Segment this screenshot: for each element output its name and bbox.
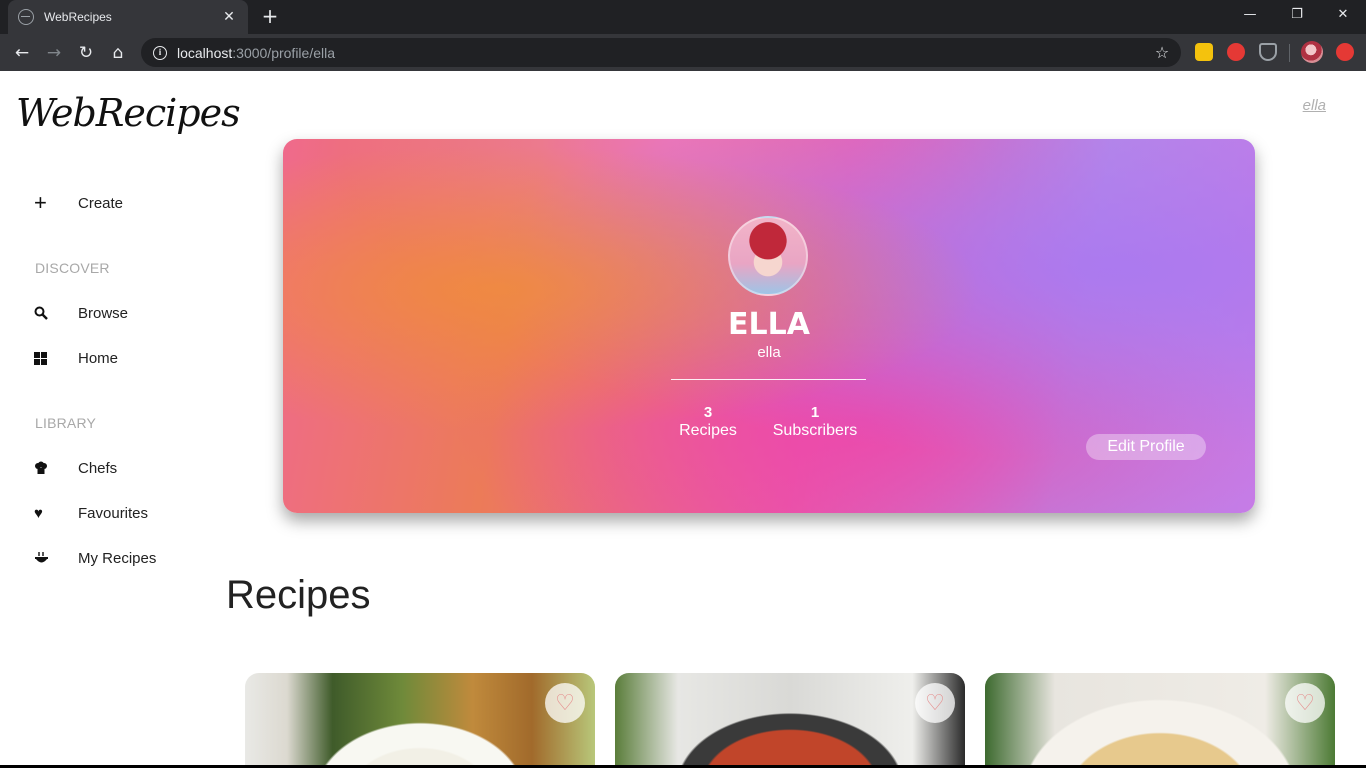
extension-notes-icon[interactable] <box>1195 43 1213 61</box>
toolbar-separator <box>1289 44 1290 62</box>
sidebar-heading-library: LIBRARY <box>35 415 97 431</box>
heart-icon: ♥ <box>34 504 43 522</box>
browser-profile-avatar[interactable] <box>1301 41 1323 63</box>
app-logo[interactable]: WebRecipes <box>16 91 241 135</box>
hummus-photo <box>985 673 1335 768</box>
shakshuka-photo <box>615 673 965 768</box>
extension-hand-icon[interactable] <box>1227 43 1245 61</box>
bowl-icon <box>34 548 58 568</box>
profile-card: ELLA ella 3 Recipes 1 Subscribers Edit P… <box>283 139 1255 513</box>
sidebar-item-favourites[interactable]: ♥ Favourites <box>34 503 148 523</box>
sidebar-item-my-recipes[interactable]: My Recipes <box>34 548 156 568</box>
sidebar-item-label: My Recipes <box>78 549 157 567</box>
profile-divider <box>671 379 866 380</box>
favourite-heart-icon[interactable]: ♡ <box>1285 683 1325 723</box>
edit-profile-button[interactable]: Edit Profile <box>1086 434 1206 460</box>
stat-value: 3 <box>703 404 713 421</box>
recipe-card[interactable]: ♡ <box>985 673 1335 768</box>
sidebar-item-label: Chefs <box>78 459 118 477</box>
sidebar-item-create[interactable]: + Create <box>34 190 124 215</box>
page: WebRecipes ella + Create DISCOVER Browse… <box>0 71 1366 768</box>
current-user-link[interactable]: ella <box>1303 97 1326 114</box>
url-host: localhost <box>177 44 233 61</box>
browser-tab[interactable]: WebRecipes ✕ <box>8 0 248 34</box>
search-icon <box>34 303 58 323</box>
minimize-button[interactable]: — <box>1230 4 1270 28</box>
sidebar-item-browse[interactable]: Browse <box>34 303 128 323</box>
url-text[interactable]: localhost:3000/profile/ella <box>177 45 1149 61</box>
sidebar-item-home[interactable]: Home <box>34 348 118 368</box>
home-icon[interactable]: ⌂ <box>105 40 131 66</box>
browser-toolbar: ← → ↻ ⌂ i localhost:3000/profile/ella ☆ <box>0 34 1366 71</box>
bookmark-star-icon[interactable]: ☆ <box>1149 43 1175 62</box>
sidebar-item-label: Home <box>78 349 119 367</box>
stat-label: Subscribers <box>772 422 858 439</box>
sidebar-item-chefs[interactable]: Chefs <box>34 458 117 478</box>
stat-recipes: 3 Recipes <box>678 404 738 440</box>
back-arrow-icon[interactable]: ← <box>9 40 35 66</box>
tab-close-icon[interactable]: ✕ <box>220 9 238 25</box>
sidebar-item-label: Browse <box>78 304 129 322</box>
recipe-card[interactable]: ♡ <box>245 673 595 768</box>
update-icon[interactable] <box>1336 43 1354 61</box>
sidebar-item-label: Favourites <box>78 504 149 522</box>
recipes-section-title: Recipes <box>226 573 371 617</box>
chef-hat-icon <box>34 458 58 478</box>
profile-handle: ella <box>757 344 781 361</box>
chicken-soup-photo <box>245 673 595 768</box>
stat-subscribers: 1 Subscribers <box>770 404 860 440</box>
profile-name: ELLA <box>728 307 810 342</box>
favourite-heart-icon[interactable]: ♡ <box>915 683 955 723</box>
tab-title: WebRecipes <box>44 10 112 24</box>
stat-label: Recipes <box>679 422 737 439</box>
profile-avatar <box>728 216 808 296</box>
plus-icon: + <box>34 190 47 215</box>
window-close-button[interactable]: ✕ <box>1323 4 1363 28</box>
browser-tabstrip: WebRecipes ✕ + — ❐ ✕ <box>0 0 1366 34</box>
info-icon[interactable]: i <box>153 45 167 60</box>
restore-button[interactable]: ❐ <box>1277 4 1317 28</box>
sidebar-item-label: Create <box>78 194 124 212</box>
forward-arrow-icon[interactable]: → <box>41 40 67 66</box>
grid-icon <box>34 348 58 368</box>
new-tab-button[interactable]: + <box>258 5 282 29</box>
extension-shield-icon[interactable] <box>1259 43 1277 61</box>
stat-value: 1 <box>810 404 820 421</box>
favourite-heart-icon[interactable]: ♡ <box>545 683 585 723</box>
url-path: :3000/profile/ella <box>232 44 336 61</box>
address-bar[interactable]: i localhost:3000/profile/ella ☆ <box>141 38 1181 67</box>
recipe-card[interactable]: ♡ <box>615 673 965 768</box>
reload-icon[interactable]: ↻ <box>73 40 99 66</box>
globe-icon <box>18 9 34 25</box>
sidebar-heading-discover: DISCOVER <box>35 260 110 276</box>
